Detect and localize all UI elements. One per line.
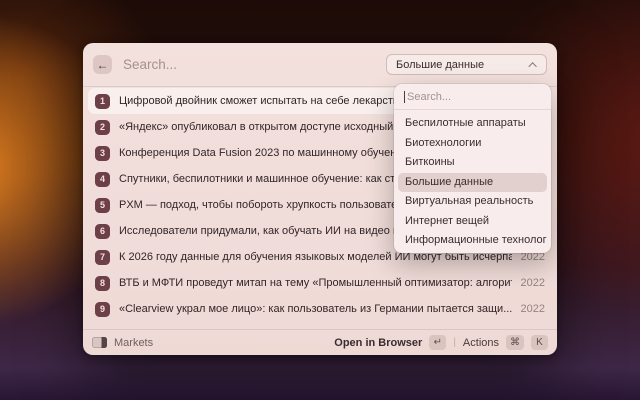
dropdown-option[interactable]: Информационные технологии, IT: [398, 231, 547, 251]
filter-value: Большие данные: [396, 58, 485, 71]
k-key-icon: K: [531, 335, 548, 350]
dropdown-search-placeholder: Search...: [407, 90, 452, 103]
back-button[interactable]: ←: [93, 55, 112, 74]
item-number-badge: 7: [95, 249, 110, 265]
enter-key-icon: ↵: [429, 335, 447, 350]
search-header: ← Search... Большие данные: [83, 43, 557, 86]
item-title: «Clearview украл мое лицо»: как пользова…: [119, 303, 512, 315]
dropdown-option[interactable]: Виртуальная реальность: [398, 192, 547, 212]
item-number-badge: 9: [95, 301, 110, 317]
text-cursor: [404, 90, 405, 103]
chevron-up-icon: [528, 61, 537, 71]
dropdown-option[interactable]: Интернет вещей: [398, 212, 547, 232]
source-label: Markets: [114, 336, 154, 349]
markets-logo-icon: [92, 337, 107, 348]
list-item[interactable]: 8 ВТБ и МФТИ проведут митап на тему «Про…: [88, 270, 552, 296]
open-in-browser-button[interactable]: Open in Browser: [334, 337, 422, 349]
cmd-key-icon: ⌘: [506, 335, 524, 350]
list-item[interactable]: 9 «Clearview украл мое лицо»: как пользо…: [88, 296, 552, 322]
actions-button[interactable]: Actions: [463, 337, 499, 349]
item-year: 2022: [520, 303, 545, 315]
item-title: ВТБ и МФТИ проведут митап на тему «Промы…: [119, 277, 512, 289]
item-number-badge: 4: [95, 171, 110, 187]
dropdown-option[interactable]: Беспилотные аппараты: [398, 114, 547, 134]
search-input[interactable]: Search...: [123, 57, 386, 72]
dropdown-option[interactable]: Биотехнологии: [398, 134, 547, 154]
item-number-badge: 5: [95, 197, 110, 213]
footer-actions: Open in Browser ↵ | Actions ⌘ K: [334, 335, 548, 350]
back-arrow-icon: ←: [96, 57, 109, 72]
item-year: 2022: [520, 277, 545, 289]
dropdown-option[interactable]: Биткоины: [398, 153, 547, 173]
footer-separator: |: [453, 337, 456, 348]
item-number-badge: 3: [95, 145, 110, 161]
footer-bar: Markets Open in Browser ↵ | Actions ⌘ K: [83, 330, 557, 355]
launcher-window: ← Search... Большие данные 1 Цифровой дв…: [83, 43, 557, 355]
item-number-badge: 1: [95, 93, 110, 109]
filter-dropdown-button[interactable]: Большие данные: [386, 54, 547, 75]
item-number-badge: 2: [95, 119, 110, 135]
dropdown-search-input[interactable]: Search...: [394, 84, 551, 109]
dropdown-options: Беспилотные аппараты Биотехнологии Биткоин…: [394, 110, 551, 255]
filter-dropdown-panel: Search... Беспилотные аппараты Биотехноло…: [394, 84, 551, 253]
item-number-badge: 8: [95, 275, 110, 291]
source-info: Markets: [92, 337, 334, 349]
dropdown-option[interactable]: Большие данные: [398, 172, 547, 192]
item-number-badge: 6: [95, 223, 110, 239]
